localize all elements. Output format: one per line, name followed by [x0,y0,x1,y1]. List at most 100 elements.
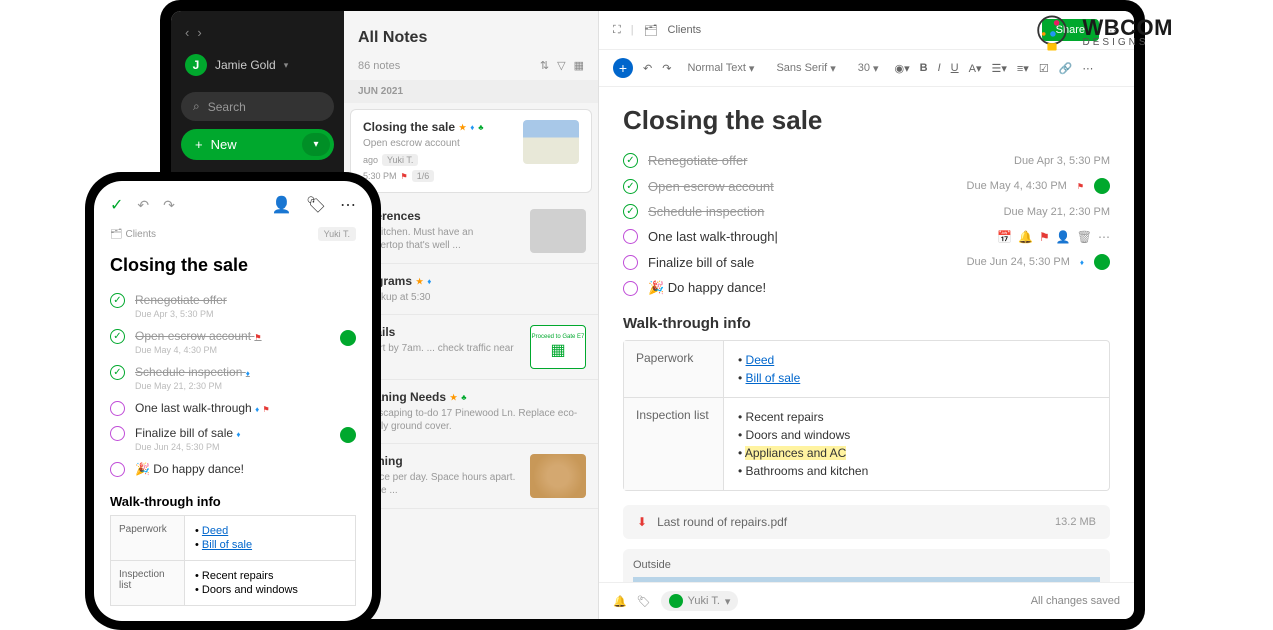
bullet-list-icon[interactable]: ☰▾ [991,62,1006,75]
bold-icon[interactable]: B [920,62,928,74]
undo-icon[interactable]: ↶ [643,62,652,75]
link-bill[interactable]: Bill of sale [202,539,252,551]
editor-content[interactable]: Closing the sale Renegotiate offerDue Ap… [599,87,1134,582]
shared-icon: ♣ [478,123,483,132]
note-thumbnail [530,454,586,498]
username: Jamie Gold [215,58,276,72]
task-checkbox[interactable] [110,293,125,308]
collaborator-chip[interactable]: Yuki T. ▾ [661,591,739,611]
reminder-icon: ♦ [427,277,431,286]
editor: ⛶ | 🗂 Clients Share ⋯ + ↶ ↷ Normal Text … [599,11,1134,619]
task-checkbox[interactable] [110,365,125,380]
more-icon[interactable]: ⋯ [1098,230,1110,244]
task-checkbox[interactable] [110,329,125,344]
tag-icon[interactable]: 🏷 [306,195,326,215]
new-button[interactable]: + New ▾ [181,129,334,160]
italic-icon[interactable]: I [938,62,941,74]
preview-label: Outside [633,559,1100,571]
assign-icon[interactable]: 👤 [1056,230,1071,244]
phone-frame: ✓ ↶ ↷ 👤 🏷 ⋯ 🗂 Clients Yuki T. Closing th… [85,172,381,630]
task-checkbox[interactable] [623,255,638,270]
plus-icon: + [195,137,203,152]
view-icon[interactable]: ▦ [574,59,584,72]
highlight-icon[interactable]: A▾ [969,62,982,75]
task-checkbox[interactable] [110,401,125,416]
notebook-name[interactable]: Clients [125,229,156,240]
back-icon[interactable]: ‹ [185,25,189,40]
checklist-icon[interactable]: ☑ [1039,62,1049,75]
attachment[interactable]: ⬇ Last round of repairs.pdf 13.2 MB [623,505,1110,539]
list-item: Recent repairs [195,569,345,583]
note-item[interactable]: Training... twice per day. Space hours a… [344,444,598,509]
qr-thumbnail: Proceed to Gate E7▦ [530,325,586,369]
user-menu[interactable]: J Jamie Gold ▾ [171,46,344,84]
filter-icon[interactable]: ▽ [557,59,565,72]
number-list-icon[interactable]: ≡▾ [1017,62,1029,75]
notebook-name[interactable]: Clients [668,24,702,36]
note-thumbnail [523,120,579,164]
task-due: Due Jun 24, 5:30 PM [135,442,356,452]
list-item: Appliances and AC [738,444,1095,462]
forward-icon[interactable]: › [197,25,201,40]
section-heading: Walk-through info [623,315,1110,332]
note-title[interactable]: Closing the sale [110,255,356,276]
task-checkbox[interactable] [623,179,638,194]
done-icon[interactable]: ✓ [110,195,123,215]
flag-icon: ⚑ [263,405,270,414]
task-text: One last walk-through ♦ ⚑ [135,401,356,415]
paragraph-style[interactable]: Normal Text ▾ [681,60,760,77]
font-size[interactable]: 30 ▾ [852,60,885,77]
nav-arrows[interactable]: ‹› [171,19,344,46]
bulb-icon [1029,10,1075,56]
task-checkbox[interactable] [623,229,638,244]
task-text[interactable]: One last walk-through| [648,229,987,244]
note-item[interactable]: DetailsAirport by 7am. ... check traffic… [344,315,598,380]
assignee-avatar [1094,178,1110,194]
task-text: Renegotiate offer [135,293,356,307]
delete-icon[interactable]: 🗑 [1077,230,1092,244]
insert-button[interactable]: + [613,58,633,78]
task-checkbox[interactable] [623,281,638,296]
notelist-title: All Notes [344,11,598,55]
note-item[interactable]: ReferencesThe kitchen. Must have an coun… [344,199,598,264]
tag-icon[interactable]: 🔔 [613,595,627,608]
add-user-icon[interactable]: 👤 [272,195,292,215]
flag-icon: ⚑ [401,172,408,181]
task-checkbox[interactable] [110,426,125,441]
new-dropdown[interactable]: ▾ [302,133,330,156]
note-item[interactable]: Cleaning Needs ★ ♣Landscaping to-do 17 P… [344,380,598,444]
bell-icon[interactable]: 🔔 [1018,230,1033,244]
flag-icon[interactable]: ⚑ [1039,230,1050,244]
task-text: Finalize bill of sale ♦ [135,426,356,440]
calendar-icon[interactable]: 📅 [997,230,1012,244]
more-icon[interactable]: ⋯ [340,195,356,215]
note-item[interactable]: Programs ★ ♦... Pickup at 5:30 [344,264,598,315]
more-format-icon[interactable]: ⋯ [1082,62,1093,75]
expand-icon[interactable]: ⛶ [613,24,621,37]
note-title[interactable]: Closing the sale [623,105,1110,136]
font-family[interactable]: Sans Serif ▾ [770,60,841,77]
note-item[interactable]: Closing the sale ★ ♦ ♣ Open escrow accou… [350,109,592,193]
flag-icon: ⚑ [254,333,261,342]
tag-icon[interactable]: 🏷 [637,595,651,608]
task-text: Open escrow account [648,179,957,194]
task-checkbox[interactable] [110,462,125,477]
link-icon[interactable]: 🔗 [1059,62,1073,75]
sort-icon[interactable]: ⇅ [540,59,549,72]
phone-content[interactable]: Closing the sale Renegotiate offerDue Ap… [94,245,372,621]
color-icon[interactable]: ◉▾ [895,62,910,75]
star-icon: ★ [459,123,466,132]
table-label: Paperwork [111,516,185,560]
link-bill[interactable]: Bill of sale [746,371,801,385]
task-checkbox[interactable] [623,204,638,219]
redo-icon[interactable]: ↷ [163,197,175,214]
search-input[interactable]: ⌕ Search [181,92,334,121]
link-deed[interactable]: Deed [202,525,228,537]
task-checkbox[interactable] [623,153,638,168]
task-due: Due May 4, 4:30 PM [967,180,1067,192]
link-deed[interactable]: Deed [746,353,775,367]
note-ago: ago [363,155,378,165]
undo-icon[interactable]: ↶ [137,197,149,214]
redo-icon[interactable]: ↷ [662,62,671,75]
underline-icon[interactable]: U [951,62,959,74]
